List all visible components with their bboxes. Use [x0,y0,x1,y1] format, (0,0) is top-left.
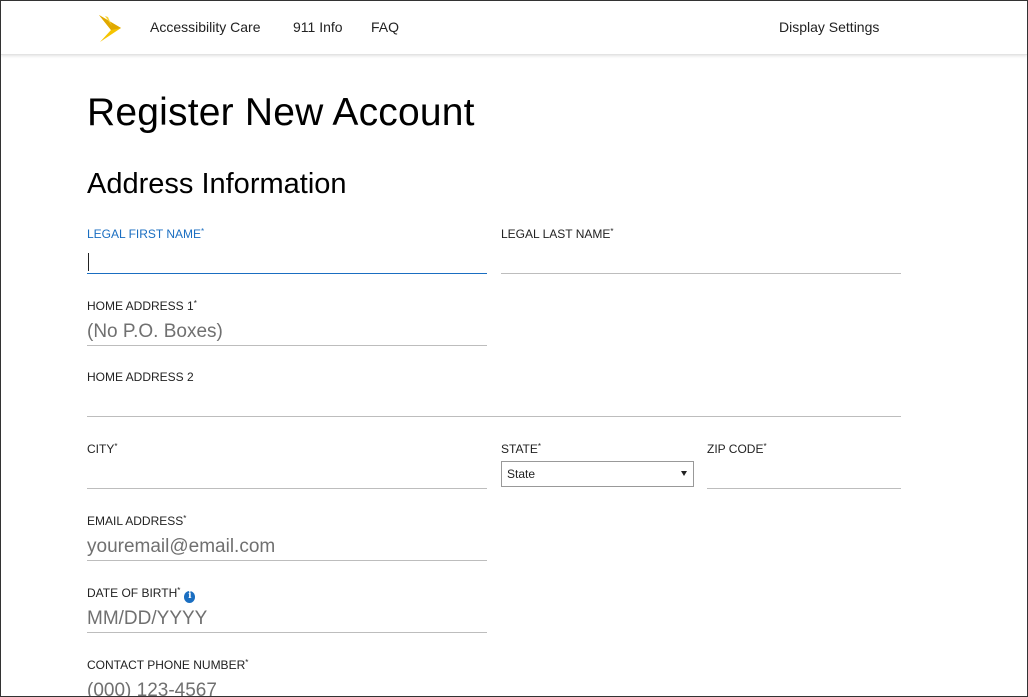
nav-faq[interactable]: FAQ [371,19,399,35]
first-name-label-text: LEGAL FIRST NAME [87,227,202,241]
email-label-text: EMAIL ADDRESS [87,514,184,528]
home-address-2-label: HOME ADDRESS 2 [87,370,194,384]
home-address-1-input[interactable] [87,318,487,346]
state-select[interactable]: State [501,461,694,487]
last-name-label-text: LEGAL LAST NAME [501,227,611,241]
last-name-label: LEGAL LAST NAME* [501,226,901,242]
city-input[interactable] [87,461,487,489]
phone-number-label-text: CONTACT PHONE NUMBER [87,658,246,672]
required-mark: * [245,658,249,667]
sprint-logo-icon[interactable] [95,13,123,43]
required-mark: * [183,514,187,523]
required-mark: * [763,442,767,451]
home-address-2-field: HOME ADDRESS 2 [87,369,901,417]
page-title: Register New Account [87,91,475,134]
required-mark: * [114,442,118,451]
email-field: EMAIL ADDRESS* [87,513,487,561]
nav-accessibility-care[interactable]: Accessibility Care [150,19,260,35]
date-of-birth-label: DATE OF BIRTH*i [87,585,487,603]
required-mark: * [177,586,181,595]
state-label: STATE* [501,441,694,457]
required-mark: * [193,299,197,308]
zip-code-input[interactable] [707,461,901,489]
last-name-field: LEGAL LAST NAME* [501,226,901,274]
zip-code-label-text: ZIP CODE [707,442,764,456]
first-name-input[interactable] [87,246,487,274]
text-caret [88,253,89,271]
home-address-1-label-text: HOME ADDRESS 1 [87,299,194,313]
home-address-1-field: HOME ADDRESS 1* [87,298,487,346]
last-name-input[interactable] [501,246,901,274]
city-label-text: CITY [87,442,115,456]
city-label: CITY* [87,441,487,457]
email-input[interactable] [87,533,487,561]
phone-number-label: CONTACT PHONE NUMBER* [87,657,487,673]
section-title: Address Information [87,168,347,200]
city-field: CITY* [87,441,487,489]
dropdown-arrow-icon [681,471,687,476]
home-address-1-label: HOME ADDRESS 1* [87,298,487,314]
date-of-birth-label-text: DATE OF BIRTH [87,586,178,600]
zip-code-field: ZIP CODE* [707,441,901,489]
nav-display-settings[interactable]: Display Settings [779,19,879,35]
required-mark: * [201,227,205,236]
home-address-2-input[interactable] [87,389,901,417]
info-icon[interactable]: i [184,591,196,603]
browser-viewport: Accessibility Care 911 Info FAQ Display … [0,0,1028,697]
required-mark: * [610,227,614,236]
phone-number-input[interactable] [87,677,487,696]
state-label-text: STATE [501,442,538,456]
email-label: EMAIL ADDRESS* [87,513,487,529]
top-navigation-bar: Accessibility Care 911 Info FAQ Display … [1,1,1027,55]
required-mark: * [537,442,542,451]
first-name-field: LEGAL FIRST NAME* [87,226,487,274]
first-name-label: LEGAL FIRST NAME* [87,226,487,242]
date-of-birth-input[interactable] [87,605,487,633]
state-field: STATE* State [501,441,694,487]
nav-911-info[interactable]: 911 Info [293,19,343,35]
phone-number-field: CONTACT PHONE NUMBER* [87,657,487,696]
date-of-birth-field: DATE OF BIRTH*i [87,585,487,633]
state-select-value: State [507,467,536,481]
zip-code-label: ZIP CODE* [707,441,901,457]
